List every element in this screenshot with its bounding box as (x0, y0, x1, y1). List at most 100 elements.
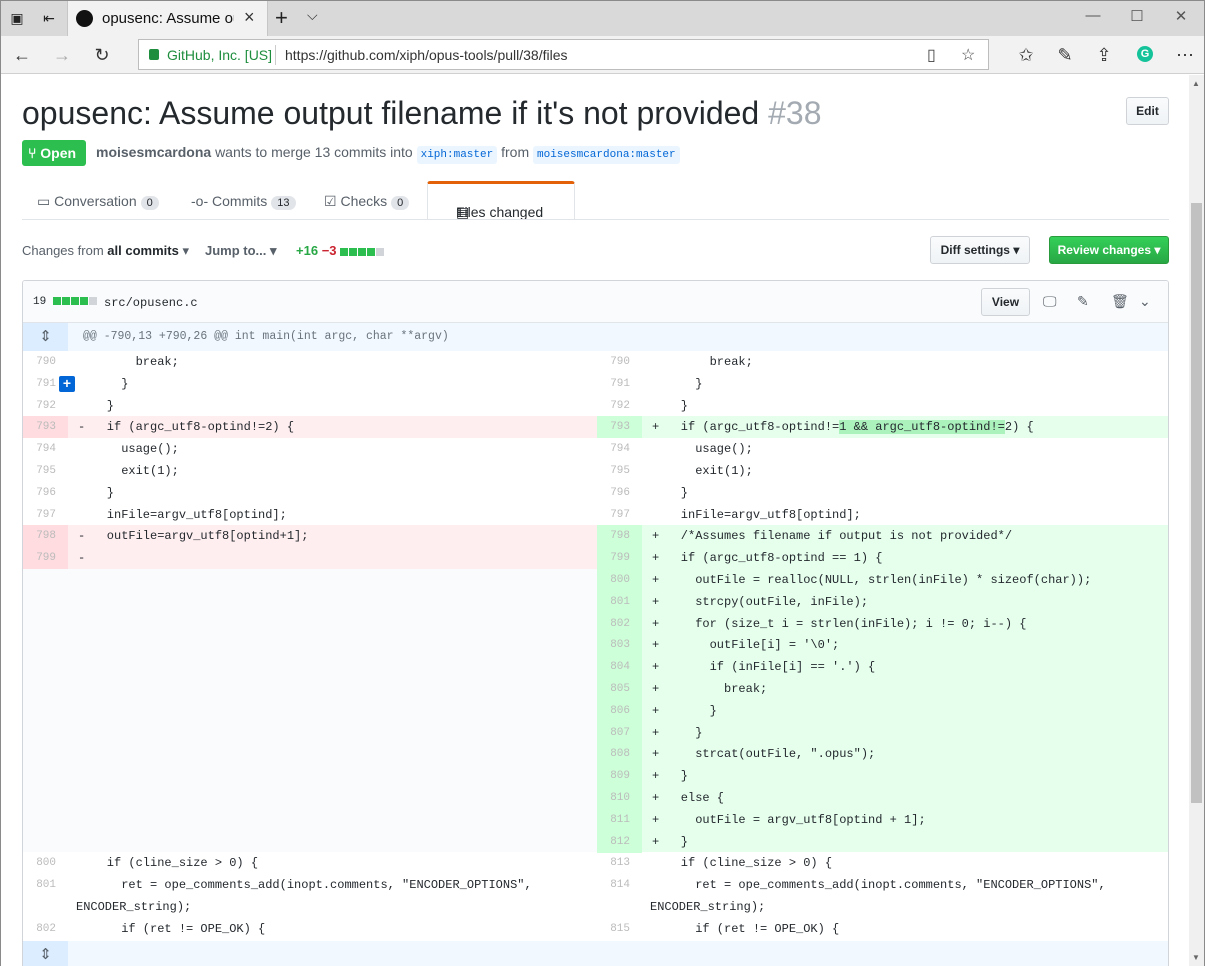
more-menu-icon[interactable]: ⋯ (1174, 44, 1196, 66)
line-number[interactable]: 813 (597, 852, 642, 874)
line-number[interactable]: 801 (23, 874, 68, 896)
line-number[interactable]: 792 (597, 395, 642, 417)
set-aside-tabs-icon[interactable]: ⇤ (39, 9, 59, 27)
desktop-icon[interactable]: 🖵 (1043, 293, 1057, 310)
line-number[interactable]: 810 (597, 787, 642, 809)
line-number[interactable]: 803 (597, 634, 642, 657)
line-number[interactable]: 790 (597, 351, 642, 373)
reading-view-icon[interactable]: ▯ (927, 45, 936, 65)
line-number[interactable]: 802 (23, 918, 68, 940)
browser-tab[interactable]: opusenc: Assume outpu × (67, 1, 268, 36)
url-text[interactable]: https://github.com/xiph/opus-tools/pull/… (285, 47, 568, 63)
code-line: + if (argc_utf8-optind!=1 && argc_utf8-o… (652, 420, 1034, 435)
line-number[interactable]: 795 (23, 460, 68, 482)
base-ref[interactable]: xiph:master (416, 146, 498, 164)
tab-actions-icon[interactable]: ▣ (7, 9, 27, 27)
line-number[interactable]: 798 (23, 525, 68, 548)
tab-checks[interactable]: ☑ Checks 0 (324, 193, 410, 210)
favorite-star-icon[interactable]: ☆ (961, 45, 975, 65)
expand-icon[interactable]: ⇕ (23, 323, 68, 351)
tab-conversation[interactable]: ▭ Conversation 0 (37, 193, 159, 210)
line-number[interactable]: 815 (597, 918, 642, 940)
scroll-down-icon[interactable]: ▼ (1192, 953, 1200, 962)
line-number[interactable]: 794 (597, 438, 642, 460)
jump-to-dropdown[interactable]: Jump to... ▾ (205, 243, 277, 259)
page-scrollbar[interactable]: ▲ ▼ (1189, 75, 1204, 966)
hunk-header: ⇕ @@ -790,13 +790,26 @@ int main(int arg… (23, 323, 1168, 351)
caret-down-icon: ▾ (270, 243, 277, 258)
line-number[interactable]: 814 (597, 874, 642, 896)
line-number[interactable]: 801 (597, 590, 642, 613)
refresh-icon[interactable]: ↻ (91, 44, 113, 66)
scrollbar-thumb[interactable] (1191, 203, 1202, 803)
line-number[interactable]: 792 (23, 395, 68, 417)
line-number[interactable]: 806 (597, 699, 642, 722)
diff-settings-button[interactable]: Diff settings ▾ (930, 236, 1030, 264)
site-identity[interactable]: GitHub, Inc. [US] (167, 47, 272, 63)
line-number[interactable]: 791 (597, 373, 642, 395)
close-window-icon[interactable]: ✕ (1161, 7, 1201, 25)
line-number[interactable]: 798 (597, 525, 642, 548)
tab-counter: 0 (140, 196, 159, 210)
line-number[interactable] (23, 896, 68, 918)
scroll-up-icon[interactable]: ▲ (1192, 79, 1200, 88)
chevron-down-icon[interactable]: ⌄ (1139, 293, 1151, 310)
back-icon[interactable]: ← (11, 44, 33, 66)
line-number[interactable]: 807 (597, 721, 642, 744)
head-ref[interactable]: moisesmcardona:master (533, 146, 680, 164)
state-badge: ⑂ Open (22, 140, 86, 166)
close-tab-icon[interactable]: × (244, 7, 255, 28)
share-icon[interactable]: ⇪ (1093, 44, 1115, 66)
tab-preview-chevron-icon[interactable]: ⌵ (307, 7, 318, 24)
grammarly-extension-icon[interactable]: G (1137, 46, 1153, 62)
add-comment-button[interactable]: + (59, 375, 75, 392)
line-number[interactable]: 797 (597, 504, 642, 526)
lock-icon (149, 49, 159, 60)
line-number[interactable]: 800 (597, 569, 642, 591)
tab-files-changed[interactable]: ▤ Files changed 1 (427, 181, 575, 220)
tab-counter: 13 (271, 196, 296, 210)
code-line: ret = ope_comments_add(inopt.comments, "… (652, 878, 1106, 893)
line-number[interactable]: 790 (23, 351, 68, 373)
author-link[interactable]: moisesmcardona (96, 144, 211, 160)
line-number[interactable]: 799 (597, 547, 642, 570)
trash-icon[interactable]: 🗑 (1111, 293, 1129, 310)
line-number[interactable]: 809 (597, 765, 642, 788)
line-number[interactable]: 804 (597, 656, 642, 679)
forward-icon[interactable]: → (51, 44, 73, 66)
review-changes-button[interactable]: Review changes ▾ (1049, 236, 1169, 264)
favorites-icon[interactable]: ✩ (1015, 44, 1037, 66)
file-path[interactable]: src/opusenc.c (104, 296, 198, 310)
tab-counter: 1 (456, 204, 464, 220)
add-notes-icon[interactable]: ✎ (1054, 44, 1076, 66)
new-tab-icon[interactable]: + (275, 5, 288, 31)
view-file-button[interactable]: View (981, 288, 1030, 316)
code-line: + for (size_t i = strlen(inFile); i != 0… (652, 616, 1027, 631)
line-number[interactable]: 805 (597, 678, 642, 700)
line-number[interactable]: 795 (597, 460, 642, 482)
line-number[interactable] (597, 896, 642, 918)
line-number[interactable]: 793 (23, 416, 68, 439)
edit-file-icon[interactable]: ✎ (1077, 293, 1089, 310)
maximize-icon[interactable]: ☐ (1117, 7, 1157, 25)
line-number[interactable]: 811 (597, 808, 642, 831)
edit-button[interactable]: Edit (1126, 97, 1169, 125)
expand-icon[interactable]: ⇕ (23, 941, 68, 966)
line-number[interactable]: 794 (23, 438, 68, 460)
tab-commits[interactable]: -o- Commits 13 (191, 193, 296, 210)
address-bar[interactable]: GitHub, Inc. [US] https://github.com/xip… (138, 39, 989, 70)
line-number[interactable]: 797 (23, 504, 68, 526)
diff-line-right: 799 + if (argc_utf8-optind == 1) { (597, 547, 1168, 570)
line-number[interactable]: 796 (597, 482, 642, 504)
line-number[interactable]: 802 (597, 612, 642, 635)
changes-from-dropdown[interactable]: Changes from all commits ▾ (22, 243, 189, 259)
line-number[interactable]: 793 (597, 416, 642, 439)
minimize-icon[interactable]: — (1073, 7, 1113, 24)
code-line: + outFile[i] = '\0'; (652, 638, 840, 653)
line-number[interactable]: 812 (597, 830, 642, 853)
navigation-bar: ← → ↻ GitHub, Inc. [US] https://github.c… (1, 36, 1204, 74)
line-number[interactable]: 800 (23, 852, 68, 874)
line-number[interactable]: 796 (23, 482, 68, 504)
line-number[interactable]: 799 (23, 547, 68, 570)
line-number[interactable]: 808 (597, 743, 642, 766)
